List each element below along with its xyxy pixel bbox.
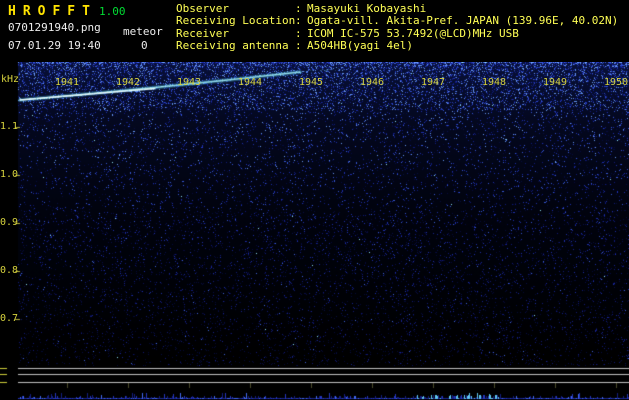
- station-row-location: Receiving Location: Ogata-vill. Akita-Pre…: [176, 14, 619, 28]
- freq-label: 1.0: [0, 169, 19, 180]
- station-row-antenna: Receiving antenna: A504HB(yagi 4el): [176, 39, 618, 53]
- station-value: Ogata-vill. Akita-Pref. JAPAN (139.96E, …: [307, 14, 619, 28]
- station-value: A504HB(yagi 4el): [307, 39, 413, 53]
- meteor-counter-label: meteor: [123, 25, 163, 38]
- time-label: 1942: [116, 77, 141, 88]
- spectrogram-panel: kHz 1941 1942 1943 1944 1945 1946 1947 1…: [0, 62, 629, 400]
- station-label: Receiving Location: [176, 14, 296, 28]
- y-axis-unit-label: kHz: [1, 74, 20, 85]
- time-label: 1943: [177, 77, 202, 88]
- time-label: 1949: [543, 77, 568, 88]
- capture-filename: 0701291940.png: [8, 21, 101, 34]
- time-label: 1944: [238, 77, 263, 88]
- capture-datetime: 07.01.29 19:40: [8, 39, 101, 52]
- station-info: Observer: Masayuki Kobayashi Receiving Lo…: [176, 2, 619, 53]
- time-label: 1946: [360, 77, 385, 88]
- app-version: 1.00: [99, 5, 126, 18]
- station-label: Receiving antenna: [176, 39, 289, 53]
- label-separator: :: [295, 39, 302, 53]
- spectrogram-canvas: [0, 62, 629, 400]
- freq-label: 0.8: [0, 265, 19, 276]
- meteor-counter-value: 0: [141, 39, 148, 52]
- freq-label: 0.7: [0, 313, 19, 324]
- time-label: 1947: [421, 77, 446, 88]
- hrofft-window: HROFFT 1.00 0701291940.png meteor 07.01.…: [0, 0, 629, 400]
- label-separator: :: [295, 14, 302, 28]
- time-label: 1945: [299, 77, 324, 88]
- freq-label: 1.1: [0, 121, 19, 132]
- freq-label: 0.9: [0, 217, 19, 228]
- time-label: 1950: [604, 77, 629, 88]
- time-label: 1948: [482, 77, 507, 88]
- time-label: 1941: [55, 77, 80, 88]
- app-title: HROFFT: [8, 4, 97, 19]
